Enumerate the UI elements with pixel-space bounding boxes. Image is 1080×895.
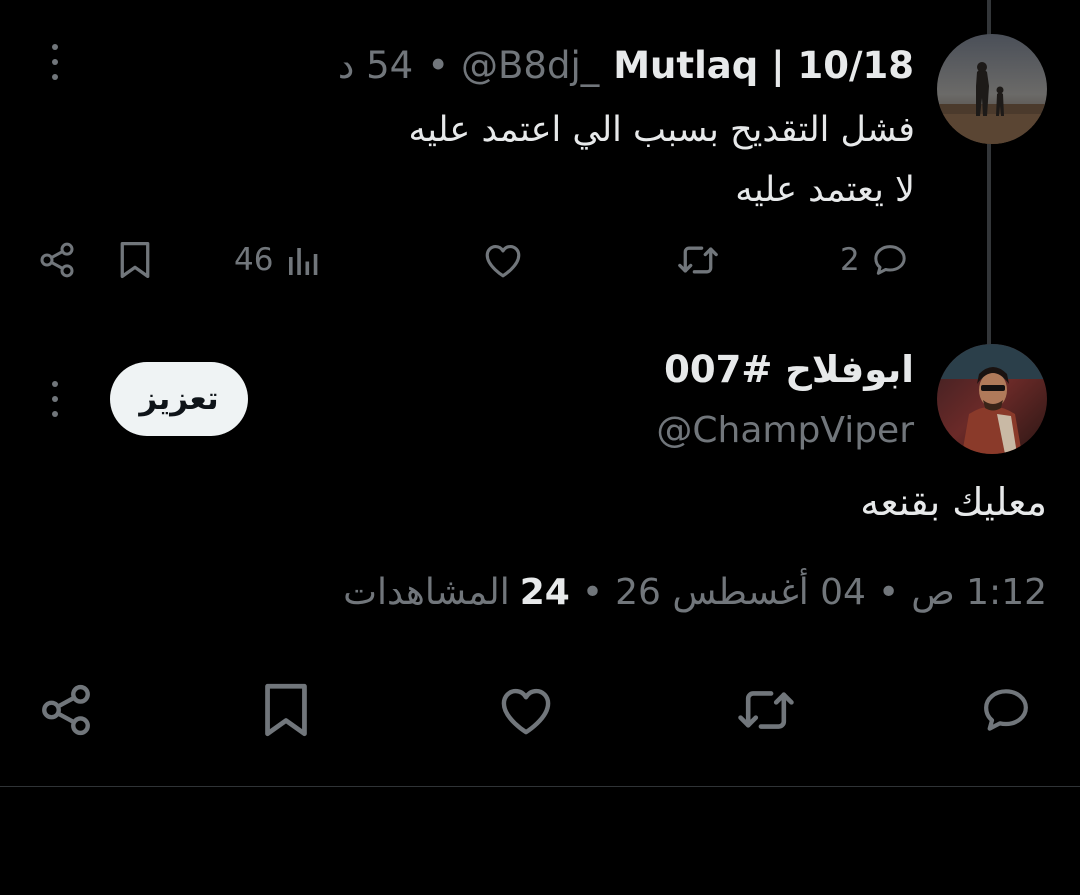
separator-dot: •: [427, 43, 450, 87]
more-options-icon[interactable]: [45, 42, 65, 82]
comment-icon: [870, 240, 910, 280]
bookmark-icon: [262, 681, 310, 743]
views-count[interactable]: 24: [520, 572, 570, 613]
share-button[interactable]: [37, 240, 77, 280]
retweet-button[interactable]: [676, 240, 720, 280]
display-name[interactable]: Mutlaq | 10/18: [613, 44, 914, 87]
tweet-date[interactable]: 04 أغسطس 26: [615, 572, 866, 613]
share-button[interactable]: [36, 682, 96, 742]
reply-button[interactable]: 2: [840, 240, 910, 280]
bookmark-button[interactable]: [118, 240, 152, 280]
share-icon: [37, 681, 95, 743]
avatar[interactable]: [937, 34, 1047, 144]
bookmark-button[interactable]: [256, 682, 316, 742]
reply-tweet-header: Mutlaq | 10/18 @B8dj_ • 54 د: [338, 40, 914, 90]
reply-tweet-text: فشل التقديح بسبب الي اعتمد عليه لا يعتمد…: [409, 100, 915, 220]
separator-dot: •: [581, 572, 604, 613]
tweet-text-line: لا يعتمد عليه: [735, 170, 915, 210]
display-name[interactable]: ابوفلاح #007: [664, 348, 914, 391]
heart-icon: [482, 240, 524, 280]
views-chart-icon: [287, 245, 321, 275]
reply-button[interactable]: [976, 682, 1036, 742]
views-label[interactable]: المشاهدات: [343, 572, 510, 613]
tweet-text-line: فشل التقديح بسبب الي اعتمد عليه: [408, 110, 915, 150]
bookmark-icon: [118, 240, 152, 280]
separator-dot: •: [877, 572, 900, 613]
tweet-time[interactable]: 1:12 ص: [911, 572, 1047, 613]
user-handle[interactable]: @B8dj_: [461, 44, 599, 87]
timestamp[interactable]: 54 د: [338, 44, 413, 87]
tweet-metadata: 1:12 ص • 04 أغسطس 26 • 24 المشاهدات: [343, 572, 1047, 613]
retweet-button[interactable]: [736, 682, 796, 742]
more-options-icon[interactable]: [45, 379, 65, 419]
views-button[interactable]: 46: [234, 240, 321, 280]
comment-icon: [976, 682, 1036, 742]
share-icon: [37, 240, 77, 280]
views-count: 46: [234, 242, 274, 278]
divider: [0, 786, 1080, 787]
retweet-icon: [676, 240, 720, 280]
boost-button[interactable]: تعزيز: [110, 362, 248, 436]
like-button[interactable]: [496, 682, 556, 742]
reply-count: 2: [840, 242, 860, 278]
retweet-icon: [734, 682, 798, 742]
heart-icon: [496, 683, 556, 741]
like-button[interactable]: [482, 240, 524, 280]
main-tweet-text: معليك بقنعه: [860, 480, 1047, 524]
user-handle[interactable]: @ChampViper: [656, 410, 914, 451]
avatar[interactable]: [937, 344, 1047, 454]
